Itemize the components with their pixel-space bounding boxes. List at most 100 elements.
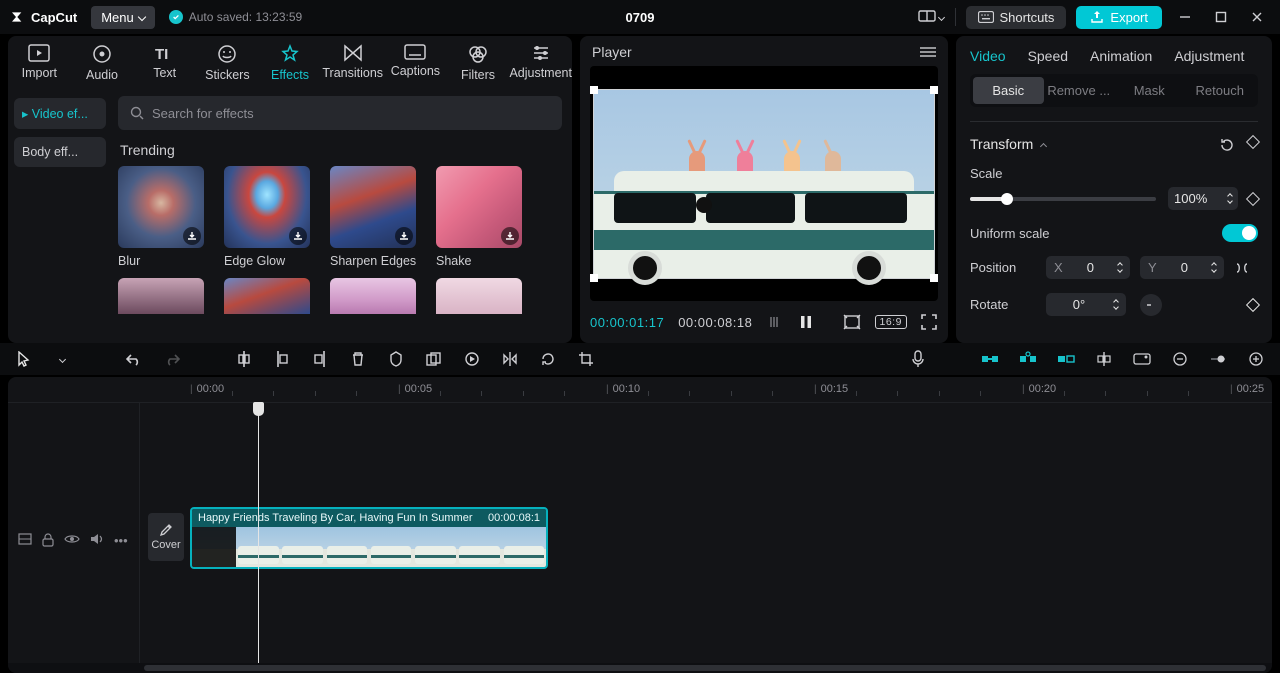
duplicate-button[interactable] (424, 349, 444, 369)
inspector-tab-speed[interactable]: Speed (1028, 48, 1068, 64)
tab-effects[interactable]: Effects (259, 42, 322, 90)
inspector-tabs: Video Speed Animation Adjustment (970, 42, 1258, 74)
download-icon[interactable] (395, 227, 413, 245)
window-close-button[interactable] (1244, 4, 1270, 30)
shortcuts-button[interactable]: Shortcuts (966, 6, 1067, 29)
mark-button[interactable] (386, 349, 406, 369)
crop-button[interactable] (576, 349, 596, 369)
uniform-scale-toggle[interactable] (1222, 224, 1258, 242)
reset-icon[interactable] (1219, 137, 1234, 152)
mic-button[interactable] (908, 349, 928, 369)
layout-picker-button[interactable] (917, 4, 945, 30)
project-title[interactable]: 0709 (626, 10, 655, 25)
visibility-track-icon[interactable] (64, 533, 80, 548)
delete-button[interactable] (348, 349, 368, 369)
tab-stickers[interactable]: Stickers (196, 42, 259, 90)
tab-captions[interactable]: Captions (384, 42, 447, 90)
magnet-linked-button[interactable] (1018, 349, 1038, 369)
tab-adjustment[interactable]: Adjustment (509, 42, 572, 90)
playhead[interactable] (258, 403, 259, 663)
more-track-icon[interactable]: ••• (114, 533, 128, 548)
cover-button[interactable]: Cover (148, 513, 184, 561)
window-minimize-button[interactable] (1172, 4, 1198, 30)
lock-track-icon[interactable] (42, 533, 54, 548)
tab-import[interactable]: Import (8, 42, 71, 90)
redo-button[interactable] (162, 349, 182, 369)
split-button[interactable] (234, 349, 254, 369)
trim-right-button[interactable] (310, 349, 330, 369)
tab-text[interactable]: TIText (133, 42, 196, 90)
position-y-input[interactable]: Y 0 (1140, 256, 1224, 279)
download-icon[interactable] (289, 227, 307, 245)
trim-left-button[interactable] (272, 349, 292, 369)
effect-item[interactable] (224, 278, 314, 314)
effect-item-blur[interactable]: Blur (118, 166, 208, 268)
transform-section-header[interactable]: Transform (970, 136, 1258, 152)
zoom-out-button[interactable] (1170, 349, 1190, 369)
preview-toggle-button[interactable] (1132, 349, 1152, 369)
subtab-retouch[interactable]: Retouch (1185, 77, 1256, 104)
edit-icon (159, 523, 173, 537)
inspector-tab-video[interactable]: Video (970, 48, 1006, 64)
effects-search-input[interactable]: Search for effects (118, 96, 562, 130)
effect-kind-video[interactable]: ▸ Video ef... (14, 98, 106, 129)
export-button[interactable]: Export (1076, 6, 1162, 29)
mirror-button[interactable] (500, 349, 520, 369)
tab-audio[interactable]: Audio (71, 42, 134, 90)
magnet-main-button[interactable] (980, 349, 1000, 369)
effect-item[interactable] (330, 278, 420, 314)
effect-item-sharpen[interactable]: Sharpen Edges (330, 166, 420, 268)
keyframe-icon[interactable] (1246, 297, 1260, 311)
subtab-basic[interactable]: Basic (973, 77, 1044, 104)
video-clip[interactable]: Happy Friends Traveling By Car, Having F… (190, 507, 548, 569)
subtab-remove[interactable]: Remove ... (1044, 77, 1115, 104)
timeline-tracks[interactable]: ••• Cover Happy Friends Traveling By Car… (8, 403, 1272, 663)
fullscreen-button[interactable] (921, 311, 938, 333)
align-button[interactable] (1094, 349, 1114, 369)
inspector-tab-adjustment[interactable]: Adjustment (1174, 48, 1244, 64)
zoom-in-button[interactable] (1246, 349, 1266, 369)
aspect-ratio-button[interactable]: 16:9 (875, 315, 907, 329)
keyframe-icon[interactable] (1246, 191, 1260, 205)
safe-zone-button[interactable] (843, 311, 861, 333)
window-maximize-button[interactable] (1208, 4, 1234, 30)
download-icon[interactable] (501, 227, 519, 245)
prev-frame-button[interactable] (766, 311, 783, 333)
effect-item[interactable] (118, 278, 208, 314)
timeline-ruler[interactable]: 00:0000:0500:1000:1500:2000:25 (8, 377, 1272, 403)
reverse-button[interactable] (462, 349, 482, 369)
rotate-dial-button[interactable] (1140, 294, 1162, 316)
inspector-tab-animation[interactable]: Animation (1090, 48, 1152, 64)
tab-filters[interactable]: Filters (447, 42, 510, 90)
position-x-input[interactable]: X 0 (1046, 256, 1130, 279)
menu-button[interactable]: Menu (91, 6, 155, 29)
timeline-scrollbar[interactable] (8, 663, 1272, 673)
video-frame[interactable] (594, 90, 934, 278)
player-viewport[interactable] (590, 66, 938, 301)
collapse-track-icon[interactable] (18, 533, 32, 548)
magnet-track-button[interactable] (1056, 349, 1076, 369)
mute-track-icon[interactable] (90, 533, 104, 548)
effects-grid: Blur Edge Glow Sharpen Edges (118, 166, 562, 268)
effect-kind-body[interactable]: Body eff... (14, 137, 106, 167)
rotate-value-input[interactable]: 0° (1046, 293, 1126, 316)
scale-slider[interactable] (970, 197, 1156, 201)
play-pause-button[interactable] (797, 311, 814, 333)
effect-item-edge-glow[interactable]: Edge Glow (224, 166, 314, 268)
subtab-mask[interactable]: Mask (1114, 77, 1185, 104)
undo-button[interactable] (124, 349, 144, 369)
selection-tool-button[interactable] (14, 349, 34, 369)
divider (955, 8, 956, 26)
effect-item-shake[interactable]: Shake (436, 166, 526, 268)
link-xy-icon[interactable] (1234, 261, 1250, 275)
keyframe-icon[interactable] (1246, 134, 1260, 148)
tab-transitions[interactable]: Transitions (321, 42, 384, 90)
player-menu-button[interactable] (920, 46, 936, 58)
tool-dropdown[interactable] (52, 349, 72, 369)
zoom-slider[interactable] (1208, 349, 1228, 369)
download-icon[interactable] (183, 227, 201, 245)
rotate-button[interactable] (538, 349, 558, 369)
effect-item[interactable] (436, 278, 526, 314)
scale-value-input[interactable]: 100% (1168, 187, 1238, 210)
check-circle-icon (169, 10, 183, 24)
